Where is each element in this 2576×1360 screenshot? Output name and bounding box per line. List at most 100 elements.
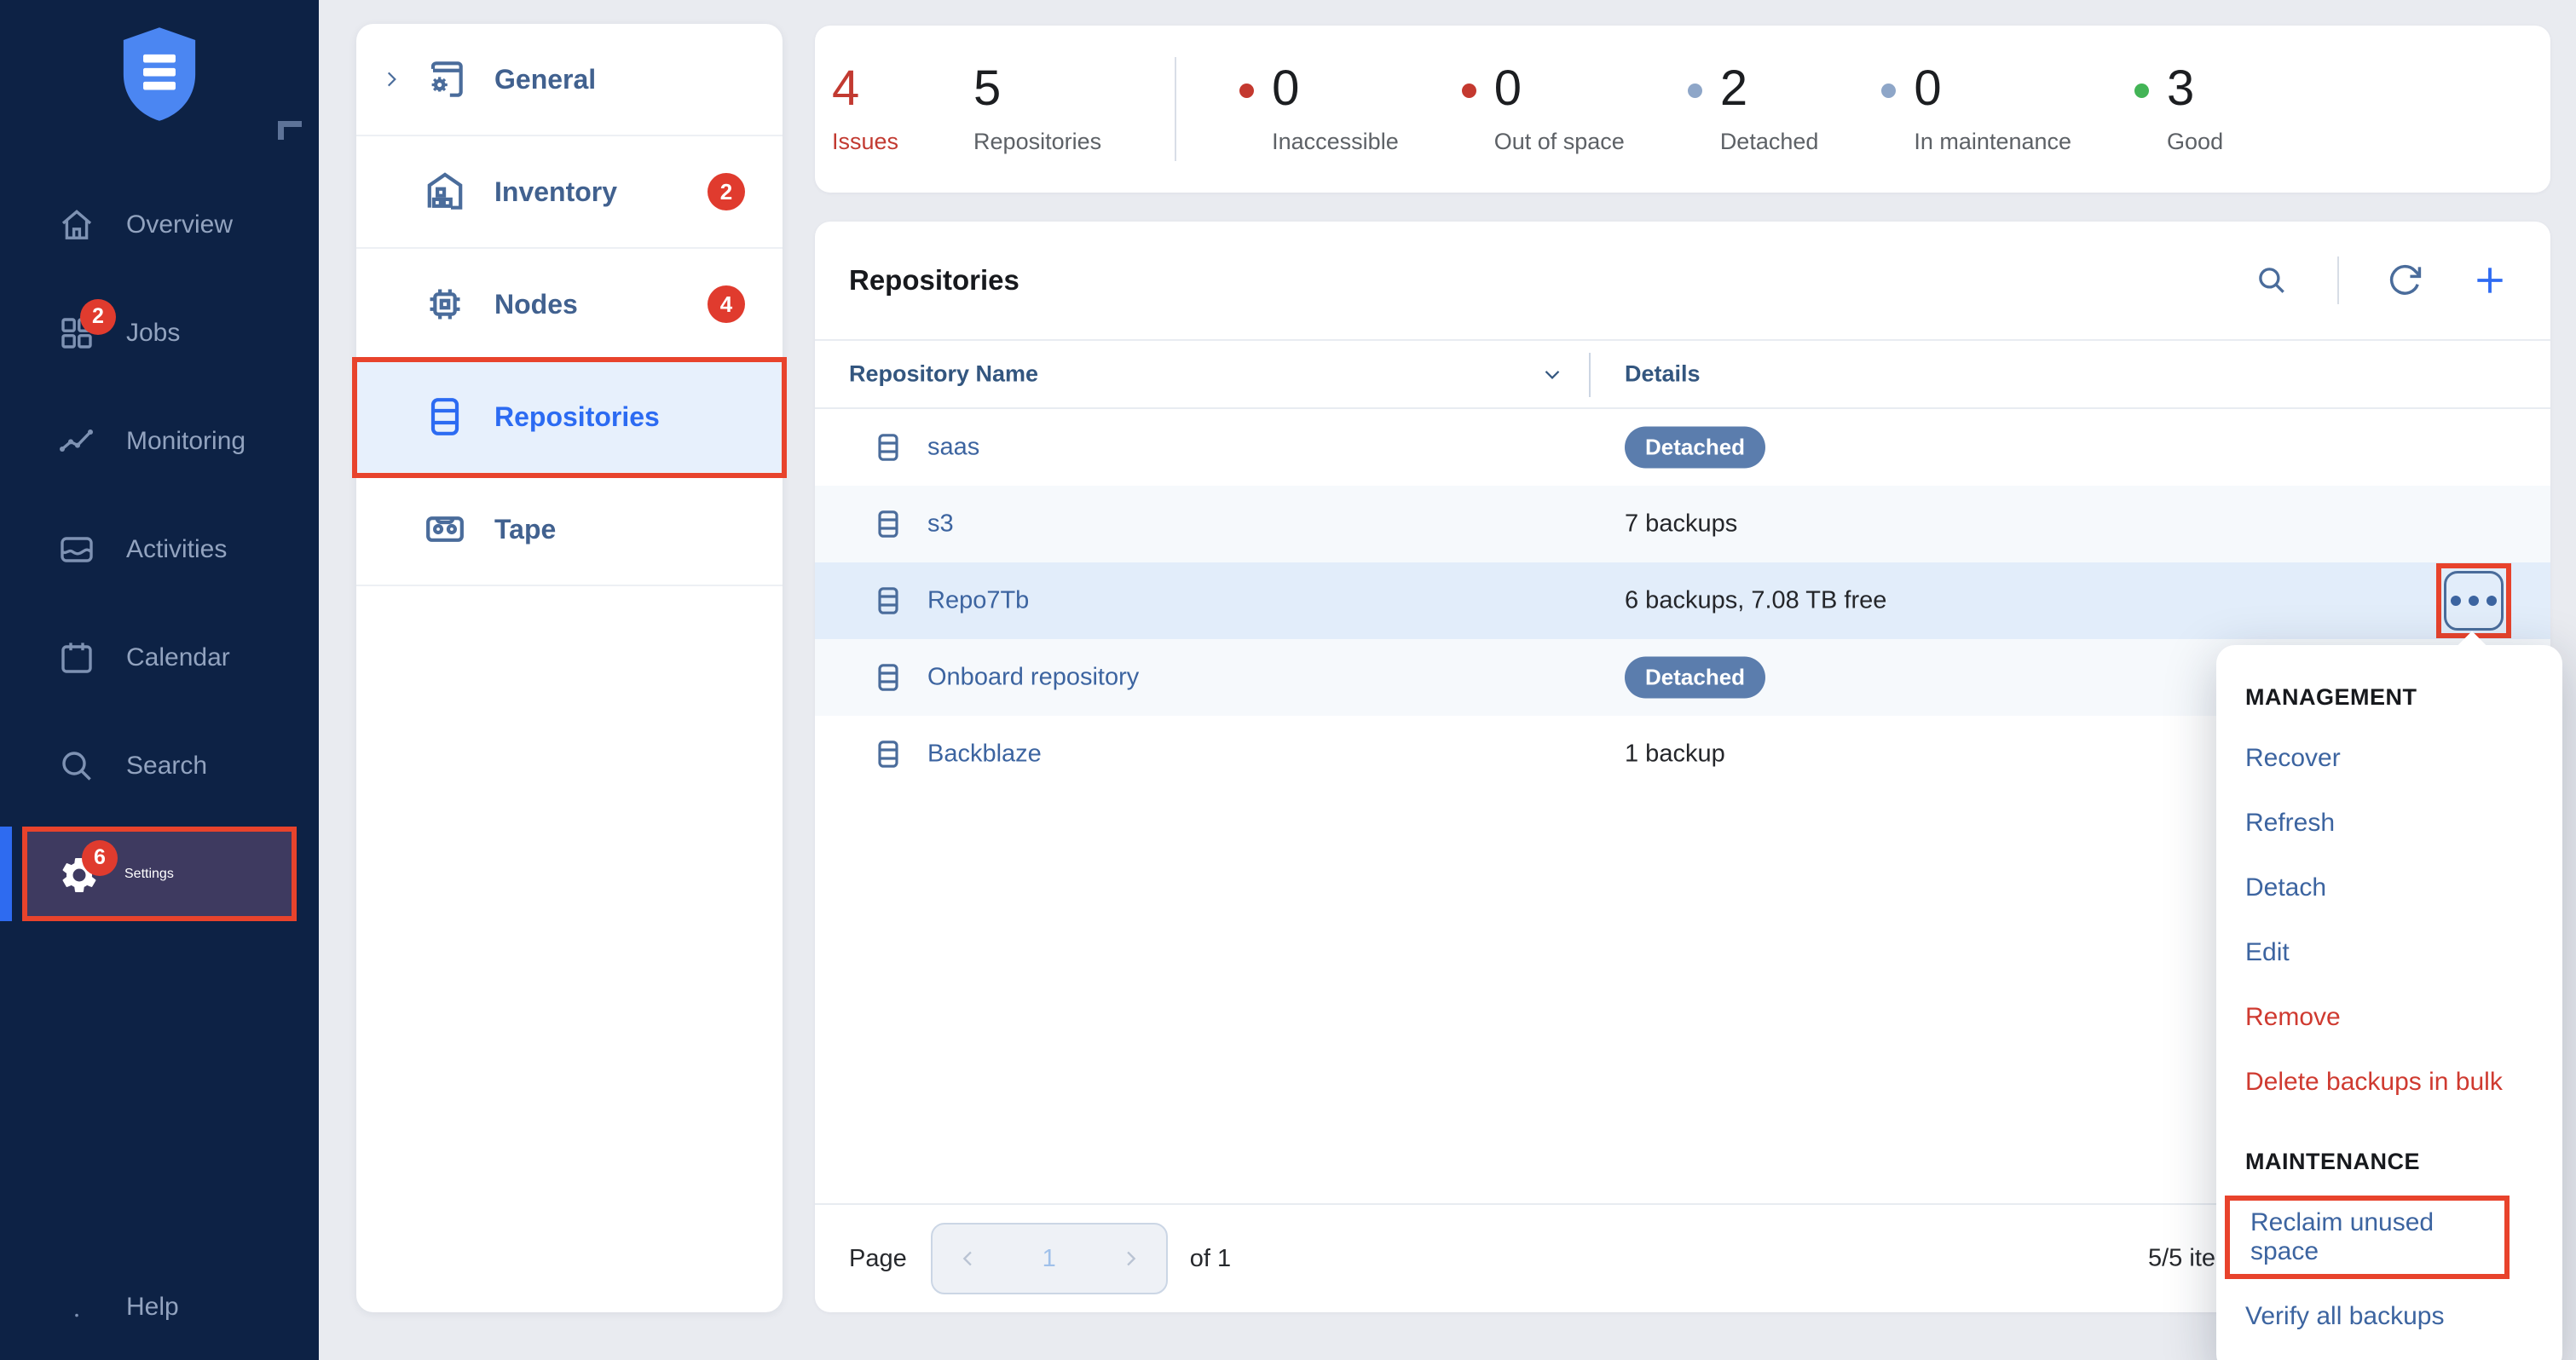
nodes-chip-icon — [421, 280, 469, 328]
tape-cassette-icon — [421, 505, 469, 553]
sidebar-item-label: Search — [126, 752, 207, 781]
repository-name-link[interactable]: Backblaze — [927, 741, 1042, 769]
stats-divider — [1175, 57, 1176, 161]
sidebar-item-activities[interactable]: Activities — [0, 495, 319, 603]
status-dot — [2134, 84, 2149, 98]
stat-label: Repositories — [973, 129, 1101, 155]
settings-annotation-box: 6 Settings — [22, 827, 297, 921]
subnav-item-general[interactable]: General — [356, 24, 783, 136]
sidebar-item-calendar[interactable]: Calendar — [0, 603, 319, 712]
active-indicator-bar — [0, 827, 12, 921]
previous-page-button[interactable] — [956, 1247, 980, 1271]
status-dot — [1239, 84, 1254, 98]
search-icon — [56, 746, 97, 787]
menu-section-maintenance: MAINTENANCE — [2216, 1130, 2562, 1190]
activities-tray-icon — [56, 529, 97, 570]
sidebar-item-settings[interactable]: 6 Settings — [0, 820, 319, 928]
sidebar-item-monitoring[interactable]: Monitoring — [0, 387, 319, 495]
stat-repositories: 5 Repositories — [973, 63, 1101, 155]
subnav-item-label: Inventory — [494, 176, 617, 208]
jobs-grid-icon: 2 — [56, 313, 97, 354]
subnav-item-tape[interactable]: Tape — [356, 474, 783, 586]
repository-name-link[interactable]: saas — [927, 434, 979, 462]
settings-subnav-panel: General Inventory 2 Nodes 4 — [356, 24, 783, 1312]
jobs-badge: 2 — [80, 299, 116, 335]
menu-item-edit[interactable]: Edit — [2216, 920, 2562, 985]
gear-icon: 6 — [58, 854, 99, 895]
column-divider — [1589, 353, 1591, 397]
page-label: Page — [849, 1245, 907, 1273]
inventory-warehouse-icon — [421, 168, 469, 216]
table-row[interactable]: s3 7 backups — [815, 486, 2550, 562]
repository-name-link[interactable]: Onboard repository — [927, 664, 1139, 692]
stat-inaccessible: 0 Inaccessible — [1272, 63, 1399, 155]
stat-value: 0 — [1494, 63, 1625, 115]
row-actions-ellipsis-button[interactable] — [2444, 571, 2504, 631]
general-window-gear-icon — [421, 55, 469, 103]
subnav-item-nodes[interactable]: Nodes 4 — [356, 249, 783, 361]
sidebar-collapse-icon[interactable] — [278, 121, 302, 140]
page-stepper: 1 — [931, 1223, 1168, 1294]
table-header-row: Repository Name Details — [815, 341, 2550, 409]
menu-item-delete-backups-in-bulk[interactable]: Delete backups in bulk — [2216, 1050, 2562, 1115]
primary-sidebar: Overview 2 Jobs M — [0, 0, 319, 1360]
sidebar-item-search[interactable]: Search — [0, 712, 319, 820]
menu-item-refresh[interactable]: Refresh — [2216, 791, 2562, 856]
next-page-button[interactable] — [1118, 1247, 1142, 1271]
menu-item-recover[interactable]: Recover — [2216, 726, 2562, 791]
app-logo — [0, 24, 319, 124]
sidebar-item-jobs[interactable]: 2 Jobs — [0, 279, 319, 387]
repository-icon — [871, 582, 905, 619]
toolbar-divider — [2337, 256, 2339, 304]
status-dot — [1462, 84, 1476, 98]
subnav-item-label: Tape — [494, 514, 556, 545]
menu-item-reclaim-unused-space[interactable]: Reclaim unused space — [2230, 1201, 2504, 1274]
add-repository-button[interactable] — [2470, 261, 2510, 300]
table-search-button[interactable] — [2252, 261, 2291, 300]
stat-label: Detached — [1720, 129, 1819, 155]
sidebar-item-label: Settings — [124, 867, 174, 882]
repository-name-link[interactable]: s3 — [927, 510, 954, 539]
refresh-button[interactable] — [2385, 261, 2424, 300]
current-page-input[interactable]: 1 — [1043, 1245, 1056, 1273]
repository-icon — [871, 505, 905, 543]
reclaim-annotation-box: Reclaim unused space — [2225, 1196, 2510, 1279]
help-icon — [56, 1287, 97, 1328]
repository-details: 1 backup — [1625, 741, 1725, 769]
stat-detached: 2 Detached — [1720, 63, 1819, 155]
more-button-annotation — [2436, 563, 2511, 638]
sidebar-item-help[interactable]: Help — [0, 1263, 319, 1351]
column-header-repository-name[interactable]: Repository Name — [849, 361, 1038, 388]
table-row-selected[interactable]: Repo7Tb 6 backups, 7.08 TB free — [815, 562, 2550, 639]
sidebar-item-label: Overview — [126, 210, 233, 239]
table-row[interactable]: saas Detached — [815, 409, 2550, 486]
stat-out-of-space: 0 Out of space — [1494, 63, 1625, 155]
menu-item-verify-all-backups[interactable]: Verify all backups — [2216, 1284, 2562, 1349]
card-title: Repositories — [849, 264, 1019, 297]
stat-label: In maintenance — [1914, 129, 2071, 155]
subnav-item-label: General — [494, 64, 596, 95]
repository-icon — [871, 735, 905, 773]
subnav-item-repositories[interactable]: Repositories — [356, 361, 783, 474]
stat-value: 3 — [2167, 63, 2223, 115]
stat-label: Inaccessible — [1272, 129, 1399, 155]
menu-item-detach[interactable]: Detach — [2216, 856, 2562, 920]
stat-value: 2 — [1720, 63, 1819, 115]
repository-name-link[interactable]: Repo7Tb — [927, 587, 1029, 615]
sidebar-item-label: Monitoring — [126, 427, 245, 456]
shield-logo-icon — [115, 24, 204, 124]
sort-chevron-down-icon[interactable] — [1539, 361, 1565, 387]
menu-section-management: MANAGEMENT — [2216, 666, 2562, 726]
subnav-item-inventory[interactable]: Inventory 2 — [356, 136, 783, 249]
chevron-right-icon[interactable] — [380, 68, 421, 90]
stat-value: 0 — [1272, 63, 1399, 115]
menu-item-remove[interactable]: Remove — [2216, 985, 2562, 1050]
subnav-item-label: Nodes — [494, 289, 578, 320]
sidebar-item-overview[interactable]: Overview — [0, 170, 319, 279]
card-header: Repositories — [815, 222, 2550, 341]
status-dot — [1881, 84, 1896, 98]
repository-details: 6 backups, 7.08 TB free — [1625, 587, 1886, 615]
stat-issues: 4 Issues — [832, 63, 898, 155]
sidebar-item-label: Help — [126, 1293, 179, 1322]
stat-label: Out of space — [1494, 129, 1625, 155]
